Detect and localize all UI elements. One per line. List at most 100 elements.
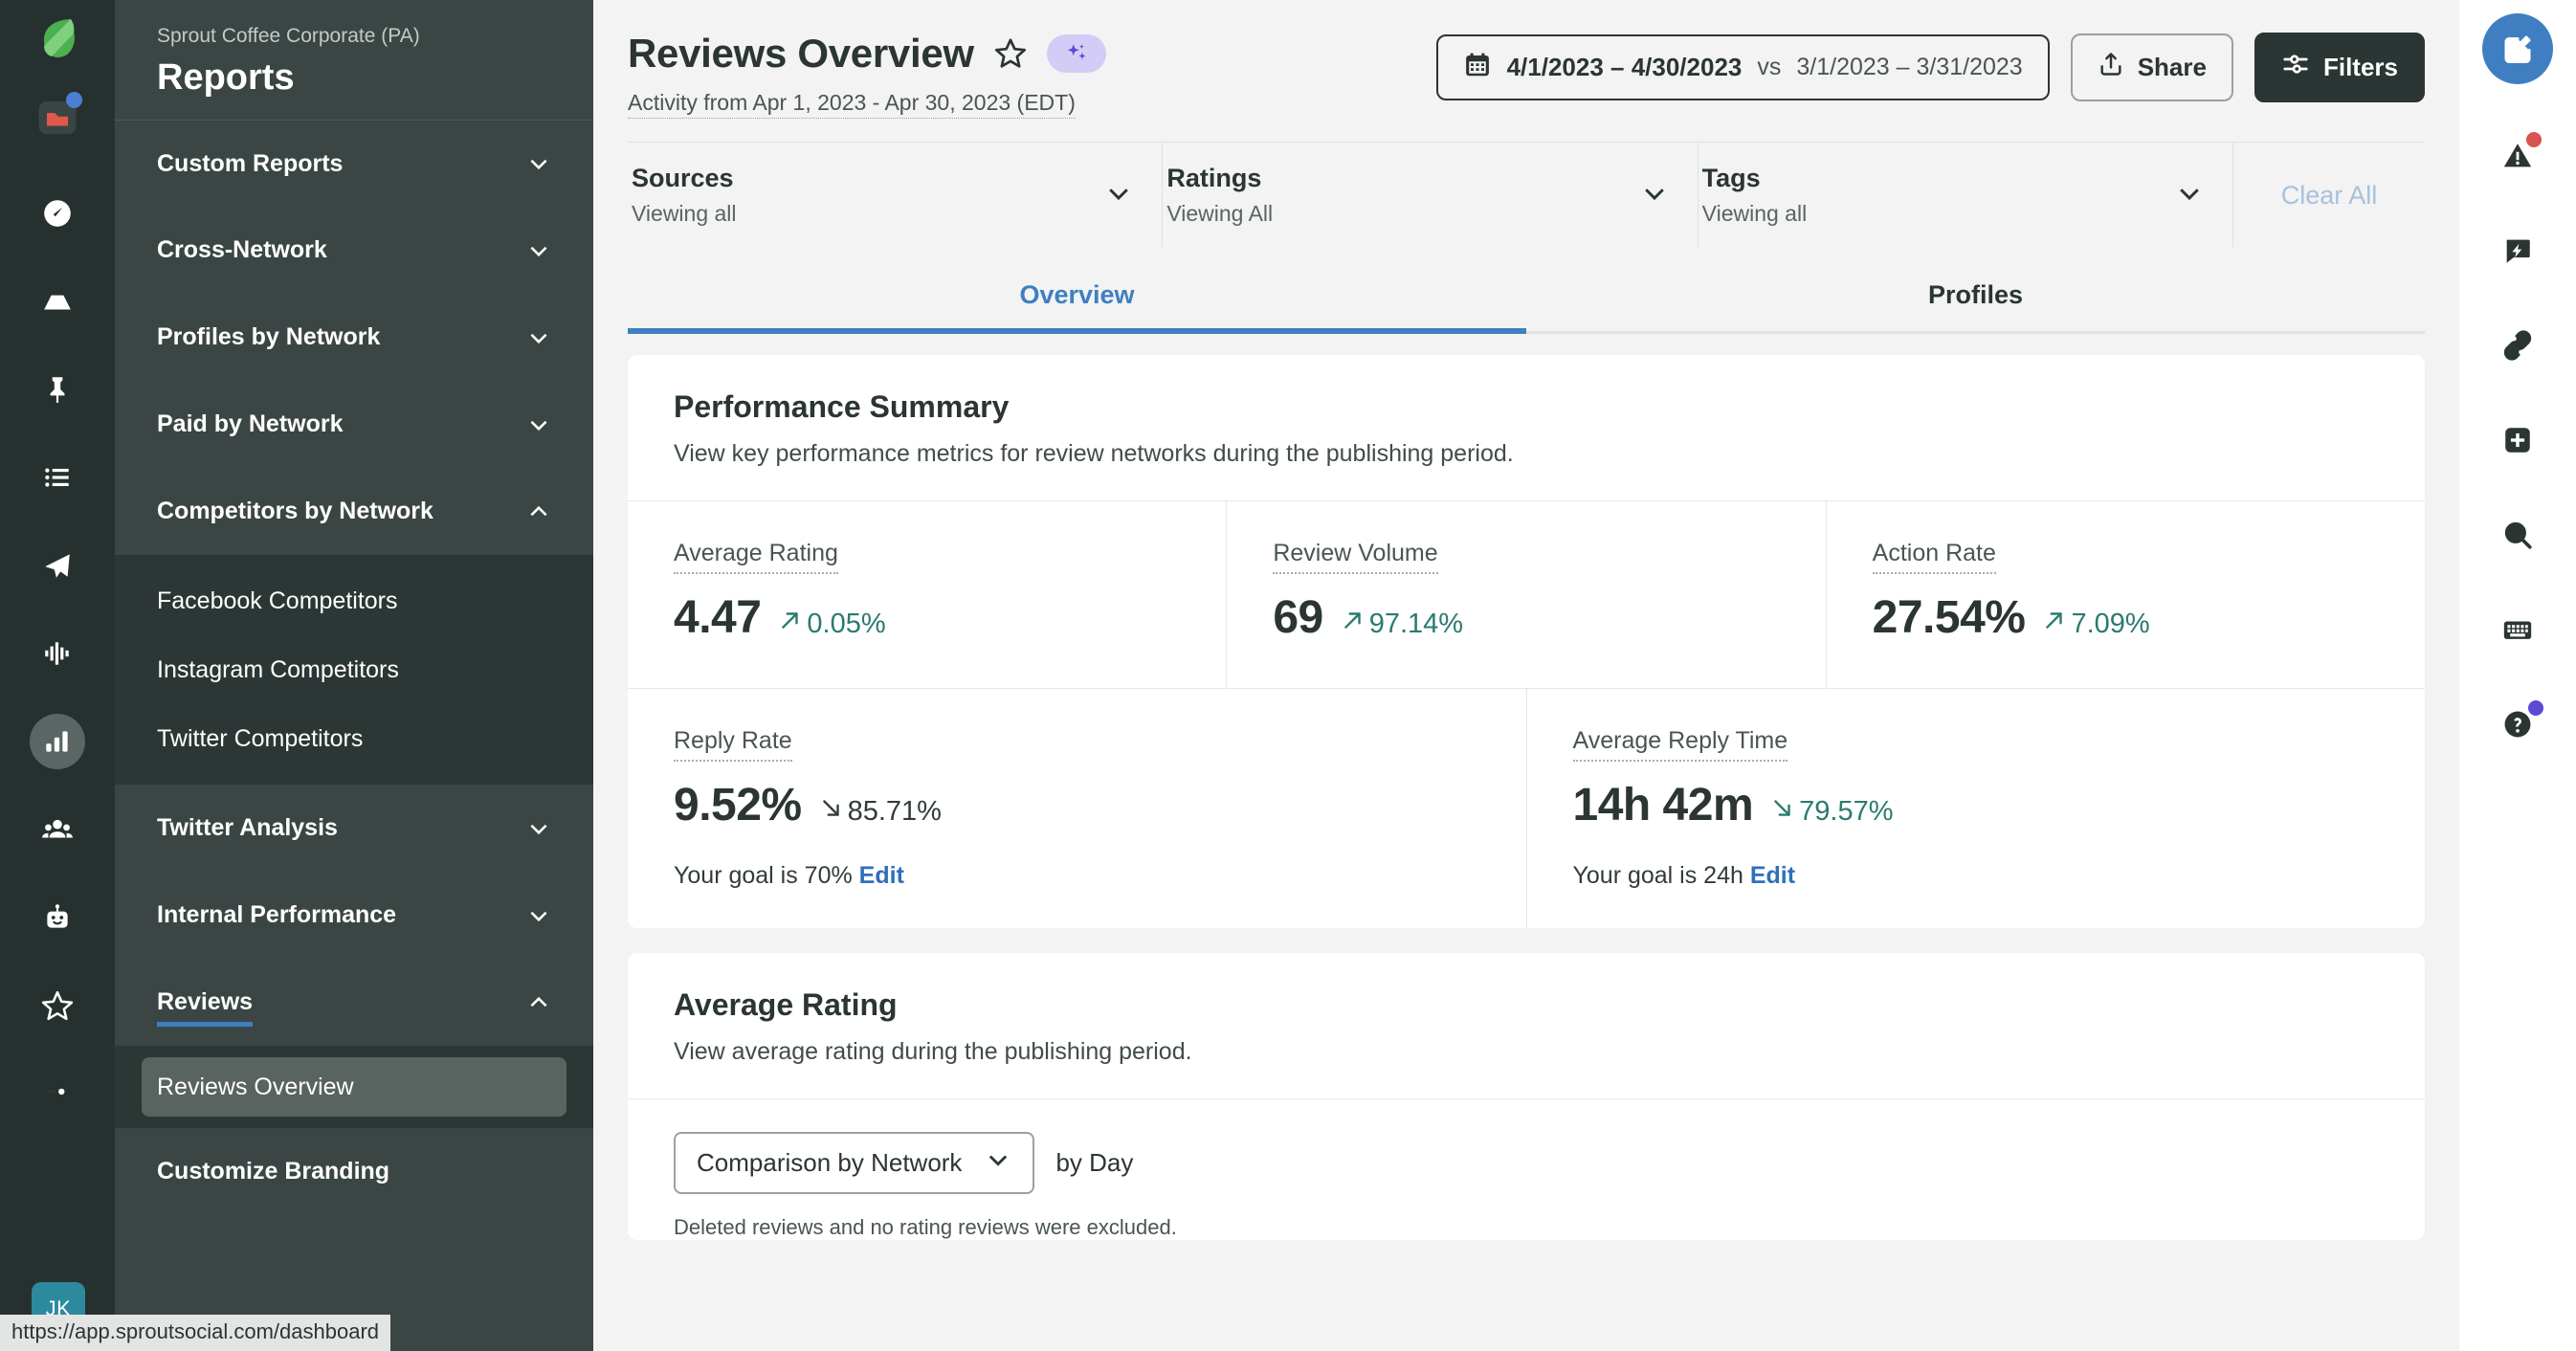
arrow-up-right-icon bbox=[2042, 608, 2067, 640]
metric-delta: 97.14% bbox=[1341, 608, 1463, 640]
metric-value-row: 69 97.14% bbox=[1273, 591, 1779, 644]
sidebar-group-paid-by-network[interactable]: Paid by Network bbox=[115, 381, 593, 468]
link-icon[interactable] bbox=[2486, 314, 2549, 377]
average-rating-card: Average Rating View average rating durin… bbox=[628, 953, 2425, 1240]
metric-reply-rate: Reply Rate 9.52% 85.71% Your goal bbox=[628, 689, 1527, 928]
search-icon[interactable] bbox=[2486, 503, 2549, 566]
filter-bar: Sources Viewing all Ratings Viewing All bbox=[628, 142, 2425, 248]
reports-bar-chart-icon[interactable] bbox=[30, 714, 85, 769]
metric-delta: 0.05% bbox=[778, 608, 885, 640]
performance-summary-card: Performance Summary View key performance… bbox=[628, 355, 2425, 928]
chevron-down-icon bbox=[526, 412, 551, 437]
chevron-down-icon bbox=[526, 816, 551, 841]
clear-all-button[interactable]: Clear All bbox=[2233, 143, 2425, 248]
people-icon[interactable] bbox=[30, 802, 85, 857]
sidebar-group-customize-branding[interactable]: Customize Branding bbox=[115, 1128, 593, 1215]
metric-delta: 85.71% bbox=[819, 795, 942, 828]
date-range-picker[interactable]: 4/1/2023 – 4/30/2023 vs 3/1/2023 – 3/31/… bbox=[1436, 34, 2050, 100]
sidebar-group-reviews[interactable]: Reviews bbox=[115, 959, 593, 1046]
page-title-block: Reviews Overview Activity from Apr 1, 20… bbox=[628, 23, 1106, 119]
publish-send-icon[interactable] bbox=[30, 538, 85, 593]
add-plus-icon[interactable] bbox=[2486, 409, 2549, 472]
quick-chat-icon[interactable] bbox=[2486, 219, 2549, 282]
sidebar-item-twitter-competitors[interactable]: Twitter Competitors bbox=[115, 704, 593, 773]
help-question-icon[interactable] bbox=[2486, 693, 2549, 756]
sparkle-ai-icon[interactable] bbox=[1047, 34, 1106, 73]
inbox-icon[interactable] bbox=[30, 274, 85, 329]
sprout-logo-icon[interactable] bbox=[31, 13, 84, 67]
filter-label: Ratings bbox=[1166, 164, 1273, 193]
metric-label[interactable]: Average Rating bbox=[674, 540, 838, 574]
sidebar-group-cross-network[interactable]: Cross-Network bbox=[115, 207, 593, 294]
list-icon[interactable] bbox=[30, 450, 85, 505]
sidebar-item-instagram-competitors[interactable]: Instagram Competitors bbox=[115, 635, 593, 704]
metric-label[interactable]: Action Rate bbox=[1873, 540, 1996, 574]
sidebar-group-competitors-by-network[interactable]: Competitors by Network bbox=[115, 468, 593, 555]
sidebar-group-internal-performance[interactable]: Internal Performance bbox=[115, 872, 593, 959]
metric-label[interactable]: Reply Rate bbox=[674, 727, 792, 762]
metric-action-rate: Action Rate 27.54% 7.09% bbox=[1827, 501, 2425, 688]
sidebar-item-reviews-overview[interactable]: Reviews Overview bbox=[142, 1057, 566, 1117]
card-header: Average Rating View average rating durin… bbox=[628, 953, 2425, 1098]
metric-average-rating: Average Rating 4.47 0.05% bbox=[628, 501, 1227, 688]
metric-label[interactable]: Average Reply Time bbox=[1573, 727, 1788, 762]
star-outline-icon[interactable] bbox=[993, 36, 1028, 71]
keyboard-icon[interactable] bbox=[2486, 598, 2549, 661]
title-row: Reviews Overview bbox=[628, 31, 1106, 77]
card-description: View average rating during the publishin… bbox=[674, 1038, 2379, 1066]
chevron-down-icon bbox=[2175, 179, 2204, 212]
tab-overview[interactable]: Overview bbox=[628, 265, 1526, 331]
filter-value: Viewing all bbox=[632, 201, 737, 227]
metric-label[interactable]: Review Volume bbox=[1273, 540, 1437, 574]
date-compare-prefix: vs bbox=[1757, 54, 1781, 81]
more-options-icon[interactable] bbox=[30, 1066, 85, 1121]
sidebar-item-facebook-competitors[interactable]: Facebook Competitors bbox=[115, 566, 593, 635]
filter-label: Sources bbox=[632, 164, 737, 193]
metric-row-2: Reply Rate 9.52% 85.71% Your goal bbox=[628, 688, 2425, 928]
sidebar-group-profiles-by-network[interactable]: Profiles by Network bbox=[115, 294, 593, 381]
dashboard-gauge-icon[interactable] bbox=[30, 186, 85, 241]
filters-button[interactable]: Filters bbox=[2254, 33, 2425, 102]
sliders-icon bbox=[2281, 50, 2310, 85]
comparison-select[interactable]: Comparison by Network bbox=[674, 1132, 1034, 1194]
metric-value: 27.54% bbox=[1873, 591, 2026, 644]
report-content: Performance Summary View key performance… bbox=[593, 334, 2459, 1351]
date-compare-value: 3/1/2023 – 3/31/2023 bbox=[1796, 54, 2022, 81]
top-actions: 4/1/2023 – 4/30/2023 vs 3/1/2023 – 3/31/… bbox=[1436, 23, 2425, 102]
card-description: View key performance metrics for review … bbox=[674, 440, 2379, 468]
chart-granularity-label: by Day bbox=[1055, 1148, 1133, 1178]
metric-row-1: Average Rating 4.47 0.05% bbox=[628, 500, 2425, 688]
tab-profiles[interactable]: Profiles bbox=[1526, 265, 2425, 331]
alert-warning-icon[interactable] bbox=[2486, 124, 2549, 188]
sidebar-subgroup-competitors: Facebook Competitors Instagram Competito… bbox=[115, 555, 593, 785]
chevron-down-icon bbox=[526, 238, 551, 263]
chevron-up-icon bbox=[526, 990, 551, 1015]
filter-ratings[interactable]: Ratings Viewing All bbox=[1163, 143, 1698, 248]
metric-delta: 79.57% bbox=[1770, 795, 1893, 828]
metric-delta-value: 0.05% bbox=[807, 609, 885, 640]
pin-icon[interactable] bbox=[30, 362, 85, 417]
reports-nav-panel: Sprout Coffee Corporate (PA) Reports Cus… bbox=[115, 0, 593, 1351]
share-button[interactable]: Share bbox=[2071, 33, 2233, 101]
sidebar-group-custom-reports[interactable]: Custom Reports bbox=[115, 120, 593, 207]
metric-value-row: 4.47 0.05% bbox=[674, 591, 1180, 644]
star-icon[interactable] bbox=[30, 978, 85, 1033]
help-notification-badge bbox=[2528, 700, 2543, 716]
arrow-down-right-icon bbox=[819, 795, 844, 828]
bot-icon[interactable] bbox=[30, 890, 85, 945]
nav-group-list: Custom Reports Cross-Network Profiles by… bbox=[115, 120, 593, 1234]
folder-icon[interactable] bbox=[30, 90, 85, 145]
metric-value: 9.52% bbox=[674, 779, 802, 831]
filter-tags[interactable]: Tags Viewing all bbox=[1699, 143, 2233, 248]
edit-goal-link[interactable]: Edit bbox=[859, 862, 904, 889]
card-title: Average Rating bbox=[674, 987, 2379, 1023]
chevron-down-icon bbox=[526, 903, 551, 928]
filter-sources[interactable]: Sources Viewing all bbox=[628, 143, 1163, 248]
date-range-value: 4/1/2023 – 4/30/2023 bbox=[1507, 53, 1743, 82]
org-name: Sprout Coffee Corporate (PA) bbox=[157, 25, 551, 48]
edit-goal-link[interactable]: Edit bbox=[1750, 862, 1795, 889]
sidebar-group-twitter-analysis[interactable]: Twitter Analysis bbox=[115, 785, 593, 872]
listening-waveform-icon[interactable] bbox=[30, 626, 85, 681]
card-header: Performance Summary View key performance… bbox=[628, 355, 2425, 500]
compose-button[interactable] bbox=[2482, 13, 2553, 84]
